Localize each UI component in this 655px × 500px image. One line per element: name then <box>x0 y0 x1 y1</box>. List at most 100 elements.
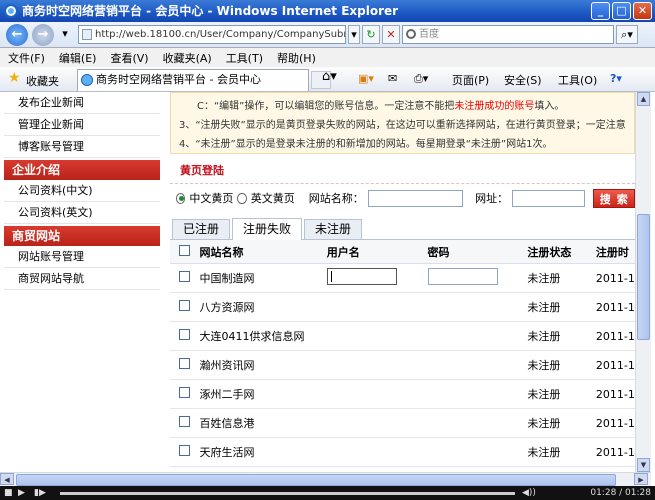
search-go-icon[interactable]: ⌕▾ <box>616 25 638 44</box>
sidebar-item-site-nav[interactable]: 商贸网站导航 <box>4 268 160 290</box>
scroll-left-icon[interactable]: ◀ <box>0 473 14 485</box>
help-icon[interactable]: ?▾ <box>610 72 622 85</box>
play-icon[interactable]: ▶ <box>18 486 25 500</box>
stop-icon[interactable]: ✕ <box>382 25 400 44</box>
row-date: 2011-1 <box>595 387 635 401</box>
search-input[interactable]: 百度 <box>402 25 614 44</box>
radio-chinese-yellowpage[interactable] <box>176 192 186 204</box>
row-checkbox[interactable] <box>179 329 190 340</box>
horizontal-scroll-thumb[interactable] <box>16 474 616 486</box>
table-row: 百姓信息港 未注册 2011-1 <box>170 409 635 438</box>
yellowpage-search-form: 中文黄页 英文黄页 网站名称： 网址： 搜索 <box>170 184 635 212</box>
horizontal-scrollbar[interactable]: ◀ ▶ <box>0 472 651 486</box>
site-name-input[interactable] <box>367 189 464 207</box>
sidebar-item-publish-news[interactable]: 发布企业新闻 <box>4 92 160 114</box>
sidebar-item-site-accounts[interactable]: 网站账号管理 <box>4 246 160 268</box>
row-date: 2011-1 <box>595 416 635 430</box>
mail-icon[interactable]: ✉ <box>388 72 397 85</box>
main-panel: C：“编辑”操作，可以编辑您的账号信息。一定注意不能把未注册成功的账号填入。 3… <box>170 92 635 484</box>
row-site-name: 中国制造网 <box>199 272 255 285</box>
menu-favorites[interactable]: 收藏夹(A) <box>163 50 212 66</box>
step-icon[interactable]: ▮▶ <box>34 486 46 500</box>
back-button[interactable]: ← <box>6 24 28 46</box>
table-row: 瀚州资讯网 未注册 2011-1 <box>170 351 635 380</box>
home-icon[interactable]: ⌂▾ <box>322 69 337 84</box>
address-input[interactable]: http://web.18100.cn/User/Company/Company… <box>78 25 346 44</box>
close-button[interactable]: ✕ <box>633 2 652 20</box>
yellowpage-title: 黄页登陆 <box>170 158 635 184</box>
vertical-scroll-thumb[interactable] <box>637 214 650 340</box>
row-checkbox[interactable] <box>179 445 190 456</box>
address-url: http://web.18100.cn/User/Company/Company… <box>95 29 346 40</box>
tab-unregistered[interactable]: 未注册 <box>304 219 363 239</box>
password-input[interactable] <box>427 268 498 285</box>
sidebar-item-blog-accounts[interactable]: 博客账号管理 <box>4 136 160 158</box>
row-site-name: 八方资源网 <box>199 301 255 314</box>
search-placeholder: 百度 <box>419 29 439 40</box>
page-menu[interactable]: 页面(P) <box>452 72 489 88</box>
table-row: 大连0411供求信息网 未注册 2011-1 <box>170 322 635 351</box>
maximize-button[interactable]: □ <box>612 2 631 20</box>
username-input[interactable] <box>326 268 397 285</box>
row-checkbox[interactable] <box>179 300 190 311</box>
vertical-scrollbar[interactable]: ▲ ▼ <box>635 92 651 472</box>
row-status: 未注册 <box>527 446 561 459</box>
menu-tools[interactable]: 工具(T) <box>226 50 263 66</box>
address-toolbar: ← → ▾ http://web.18100.cn/User/Company/C… <box>0 22 655 48</box>
address-dropdown-icon[interactable]: ▾ <box>348 25 360 44</box>
refresh-icon[interactable]: ↻ <box>362 25 380 44</box>
feeds-icon[interactable]: ▣▾ <box>358 72 374 85</box>
forward-button[interactable]: → <box>32 24 54 46</box>
row-site-name: 百姓信息港 <box>199 417 255 430</box>
menu-view[interactable]: 查看(V) <box>110 50 148 66</box>
select-all-checkbox[interactable] <box>179 244 190 256</box>
url-label: 网址： <box>475 192 509 205</box>
video-player-bar: ■ ▶ ▮▶ ◀)) 01:28 / 01:28 <box>0 486 655 500</box>
scroll-right-icon[interactable]: ▶ <box>634 473 648 485</box>
row-site-name: 大连0411供求信息网 <box>199 330 305 343</box>
volume-icon[interactable]: ◀)) <box>522 486 536 500</box>
row-date: 2011-1 <box>595 271 635 285</box>
sidebar: 发布企业新闻 管理企业新闻 博客账号管理 企业介绍 公司资料(中文) 公司资料(… <box>4 92 160 484</box>
table-row: 中国制造网 未注册 2011-1 <box>170 264 635 293</box>
row-date: 2011-1 <box>595 445 635 459</box>
history-dropdown-icon[interactable]: ▾ <box>58 25 72 44</box>
page-icon <box>82 29 92 40</box>
row-status: 未注册 <box>527 359 561 372</box>
minimize-button[interactable]: _ <box>591 2 610 20</box>
table-row: 天府生活网 未注册 2011-1 <box>170 438 635 467</box>
row-checkbox[interactable] <box>179 416 190 427</box>
stop-playback-icon[interactable]: ■ <box>4 486 13 500</box>
tools-menu[interactable]: 工具(O) <box>558 72 597 88</box>
menu-help[interactable]: 帮助(H) <box>277 50 316 66</box>
sidebar-item-company-cn[interactable]: 公司资料(中文) <box>4 180 160 202</box>
status-tabs: 已注册 注册失败 未注册 <box>170 218 635 240</box>
print-icon[interactable]: ⎙▾ <box>414 72 428 86</box>
menu-file[interactable]: 文件(F) <box>8 50 45 66</box>
ie-logo-icon <box>4 4 18 18</box>
radio-english-yellowpage[interactable] <box>237 192 247 204</box>
url-input[interactable] <box>512 189 585 207</box>
notice-line-2: 3、“注册失败”显示的是黄页登录失败的网站，在这边可以重新选择网站，在进行黄页登… <box>179 120 626 131</box>
scroll-up-icon[interactable]: ▲ <box>637 92 650 106</box>
favorites-button[interactable]: 收藏夹 <box>26 73 59 89</box>
sidebar-item-manage-news[interactable]: 管理企业新闻 <box>4 114 160 136</box>
tab-registration-failed[interactable]: 注册失败 <box>232 218 303 240</box>
row-checkbox[interactable] <box>179 358 190 369</box>
col-username: 用户名 <box>326 245 360 259</box>
scroll-down-icon[interactable]: ▼ <box>637 458 650 472</box>
menu-edit[interactable]: 编辑(E) <box>59 50 97 66</box>
tab-registered[interactable]: 已注册 <box>172 219 231 239</box>
favorites-star-icon[interactable]: ★ <box>8 70 21 86</box>
row-checkbox[interactable] <box>179 271 190 282</box>
playback-progress[interactable] <box>60 492 515 495</box>
playback-time: 01:28 / 01:28 <box>590 488 651 498</box>
search-button[interactable]: 搜索 <box>592 188 635 208</box>
safety-menu[interactable]: 安全(S) <box>504 72 542 88</box>
browser-tab[interactable]: 商务时空网络营销平台 - 会员中心 <box>77 69 309 91</box>
row-checkbox[interactable] <box>179 387 190 398</box>
col-site-name: 网站名称 <box>199 245 244 259</box>
row-status: 未注册 <box>527 330 561 343</box>
playback-progress-fill <box>60 492 515 495</box>
sidebar-item-company-en[interactable]: 公司资料(英文) <box>4 202 160 224</box>
